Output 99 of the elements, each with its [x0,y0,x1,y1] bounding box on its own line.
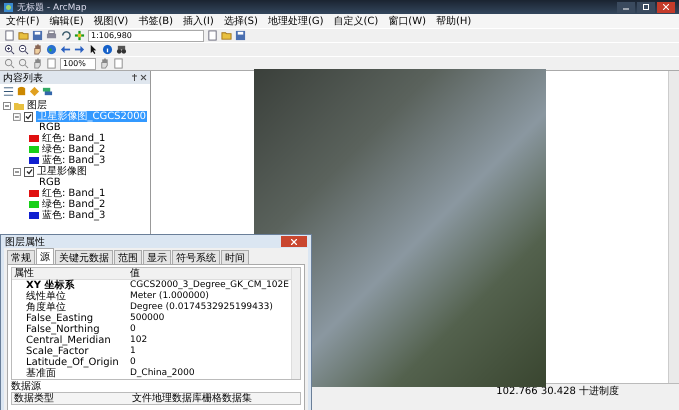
collapse-icon[interactable] [13,112,21,120]
scale-field[interactable]: 1:106,980 [88,30,204,42]
vertical-scrollbar[interactable] [291,268,300,379]
page-icon[interactable] [46,58,57,69]
collapse-icon[interactable] [3,102,11,110]
band-color-label: 红色: [42,188,66,199]
section-title: 数据源 [11,381,41,392]
close-icon [663,4,669,10]
property-name: Scale_Factor [25,346,90,357]
band-name: Band_3 [68,155,106,166]
property-name: Latitude_Of_Origin [25,357,120,368]
tab[interactable]: 常规 [7,250,35,264]
print-icon[interactable] [46,30,57,41]
window-title: 无标题 - ArcMap [17,2,87,14]
property-value: 文件地理数据库栅格数据集 [131,393,253,404]
menu-item[interactable]: 帮助(H) [436,14,472,28]
property-name: False_Easting [25,313,94,324]
pointer-icon[interactable] [88,44,99,55]
tab[interactable]: 时间 [221,250,249,264]
property-value: 500000 [130,313,166,324]
tab[interactable]: 符号系统 [172,250,220,264]
property-name: False_Northing [25,324,101,335]
pin-icon[interactable] [131,74,138,81]
property-value: 1 [130,346,137,357]
menu-item[interactable]: 文件(F) [6,14,40,28]
new-document-icon[interactable] [207,30,218,41]
property-value: 102 [130,335,148,346]
property-name: 线性单位 [25,291,67,302]
new-document-icon[interactable] [4,30,15,41]
menu-item[interactable]: 选择(S) [224,14,258,28]
maximize-icon [643,4,649,10]
band-name: Band_1 [68,133,106,144]
save-icon[interactable] [235,30,246,41]
property-name: XY 坐标系 [25,280,76,291]
tab[interactable]: 关键元数据 [55,250,113,264]
layers-icon[interactable] [42,86,53,97]
dialog-title: 图层属性 [5,236,45,248]
arrow-left-icon[interactable] [60,44,71,55]
close-icon[interactable] [140,74,147,81]
renderer-label: RGB [39,122,61,133]
menu-item[interactable]: 窗口(W) [388,14,426,28]
band-color-label: 绿色: [42,144,66,155]
menu-item[interactable]: 书签(B) [138,14,174,28]
property-value: Degree (0.0174532925199433) [130,302,274,313]
menu-item[interactable]: 地理处理(G) [268,14,324,28]
property-value: CGCS2000_3_Degree_GK_CM_102E [130,280,290,291]
panel-title: 内容列表 [3,72,43,84]
property-value: 0 [130,324,137,335]
column-header: 属性 [13,268,35,279]
menu-item[interactable]: 自定义(C) [334,14,378,28]
band-color-label: 红色: [42,133,66,144]
collapse-icon[interactable] [13,168,21,176]
property-name: Central_Meridian [25,335,112,346]
band-name: Band_1 [68,188,106,199]
undo-icon[interactable] [60,30,71,41]
info-icon[interactable] [102,44,113,55]
coordinates-readout: 102.766 30.428 十进制度 [496,384,619,398]
tab[interactable]: 显示 [143,250,171,264]
layer-checkbox[interactable] [24,112,34,122]
zoom-out-icon[interactable] [18,44,29,55]
band-name: Band_3 [68,210,106,221]
layer-checkbox[interactable] [24,166,34,176]
property-value: 0 [130,357,137,368]
band-name: Band_2 [68,144,106,155]
property-name: 基准面 [25,368,57,379]
folder-icon [14,102,24,110]
zoom-field[interactable]: 100% [60,58,96,70]
hand-icon[interactable] [32,44,43,55]
property-value: D_China_2000 [130,368,196,379]
zoom-in-icon[interactable] [4,44,15,55]
arrow-right-icon[interactable] [74,44,85,55]
layers-group-name[interactable]: 图层 [27,100,47,111]
folder-icon[interactable] [221,30,232,41]
band-color-label: 蓝色: [42,155,66,166]
close-button[interactable] [657,2,675,12]
band-color-label: 蓝色: [42,210,66,221]
layer-name[interactable]: 卫星影像图 [37,166,87,177]
globe-icon[interactable] [46,44,57,55]
tab[interactable]: 范围 [114,250,142,264]
menu-item[interactable]: 编辑(E) [50,14,84,28]
binoculars-icon[interactable] [116,44,127,55]
band-color-label: 绿色: [42,199,66,210]
minimize-button[interactable] [617,2,635,12]
list-icon[interactable] [3,86,14,97]
band-name: Band_2 [68,199,106,210]
folder-icon[interactable] [18,30,29,41]
maximize-button[interactable] [637,2,655,12]
property-name: 数据类型 [13,393,55,404]
column-header: 值 [130,268,141,279]
tab[interactable]: 源 [36,248,54,264]
property-name: 角度单位 [25,302,67,313]
menu-item[interactable]: 插入(I) [183,14,214,28]
menu-item[interactable]: 视图(V) [94,14,128,28]
save-icon[interactable] [32,30,43,41]
app-icon [4,2,13,12]
close-icon [291,238,297,244]
renderer-label: RGB [39,177,61,188]
property-value: Meter (1.000000) [130,291,210,302]
vertical-scrollbar[interactable] [668,71,679,383]
